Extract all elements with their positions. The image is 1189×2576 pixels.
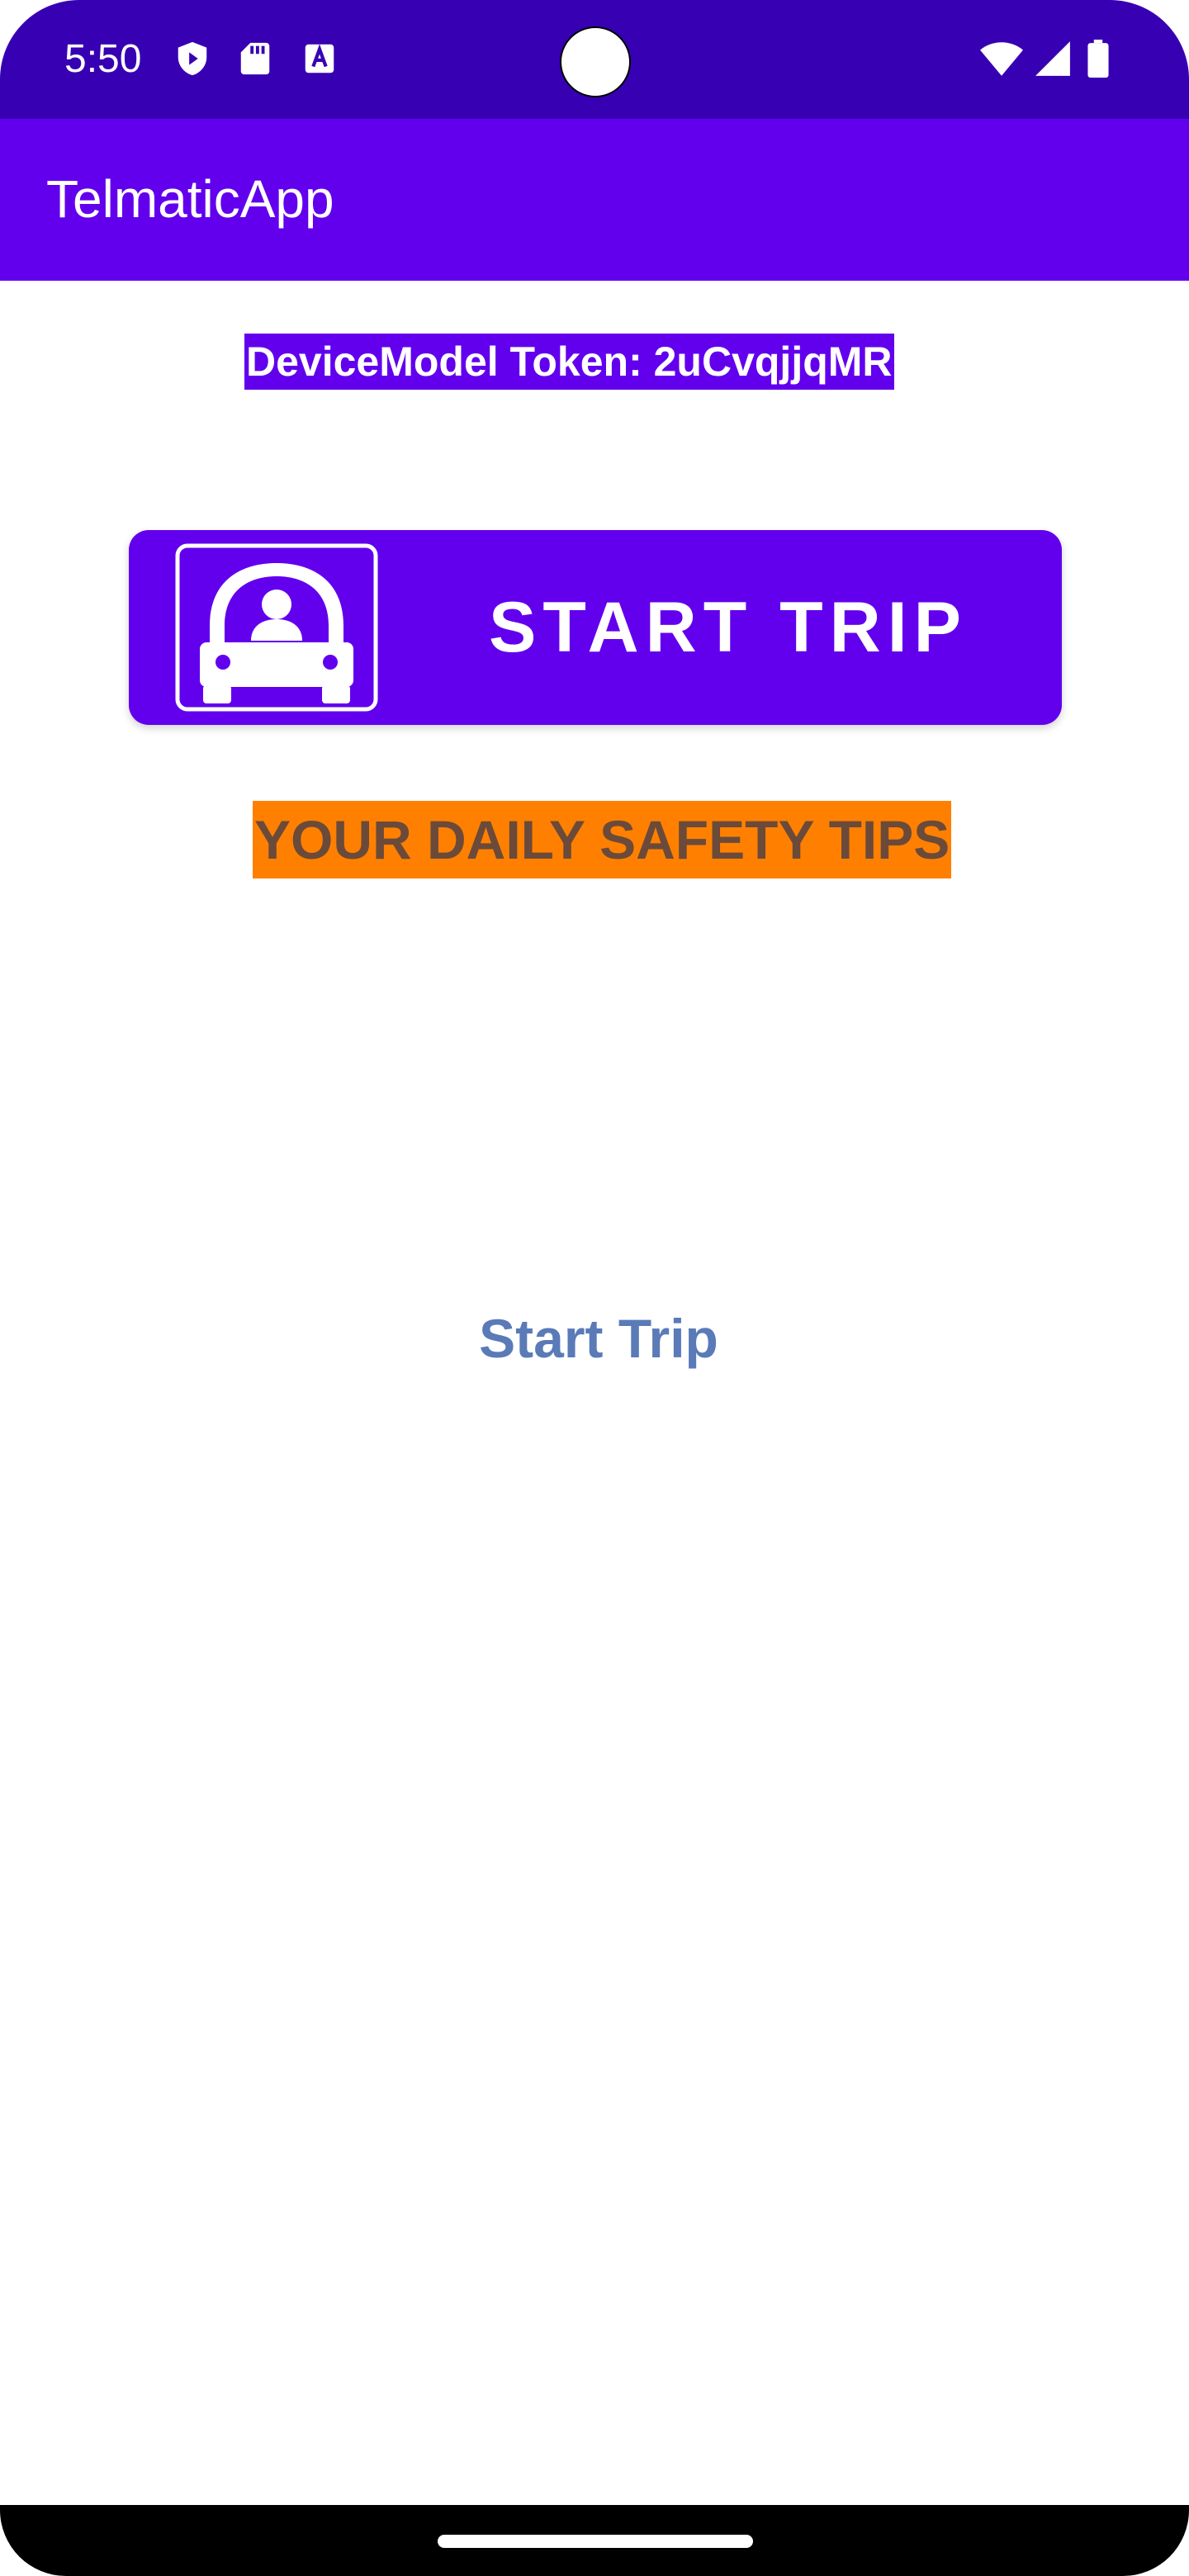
app-bar: TelmaticApp <box>0 119 1189 281</box>
start-trip-button[interactable]: START TRIP <box>129 530 1062 725</box>
wifi-icon <box>979 40 1024 78</box>
daily-safety-tips-label: YOUR DAILY SAFETY TIPS <box>253 801 952 878</box>
text-a-icon <box>301 40 339 78</box>
home-gesture-handle[interactable] <box>438 2535 753 2548</box>
app-title: TelmaticApp <box>46 169 334 229</box>
car-driver-icon <box>175 543 378 712</box>
status-bar: 5:50 <box>0 0 1189 119</box>
status-time: 5:50 <box>64 37 142 81</box>
start-trip-text-button[interactable]: Start Trip <box>0 1303 1189 1374</box>
cellular-signal-icon <box>1034 40 1072 78</box>
camera-cutout <box>560 26 631 97</box>
app-screen: 5:50 TelmaticApp DeviceModel Token: 2uCv… <box>0 0 1189 2576</box>
sd-card-icon <box>236 40 274 78</box>
play-shield-icon <box>173 40 211 78</box>
device-token-label: DeviceModel Token: 2uCvqjjqMR <box>244 334 894 390</box>
battery-icon <box>1087 40 1110 78</box>
start-trip-button-label: START TRIP <box>489 588 969 667</box>
navigation-bar <box>0 2505 1189 2576</box>
